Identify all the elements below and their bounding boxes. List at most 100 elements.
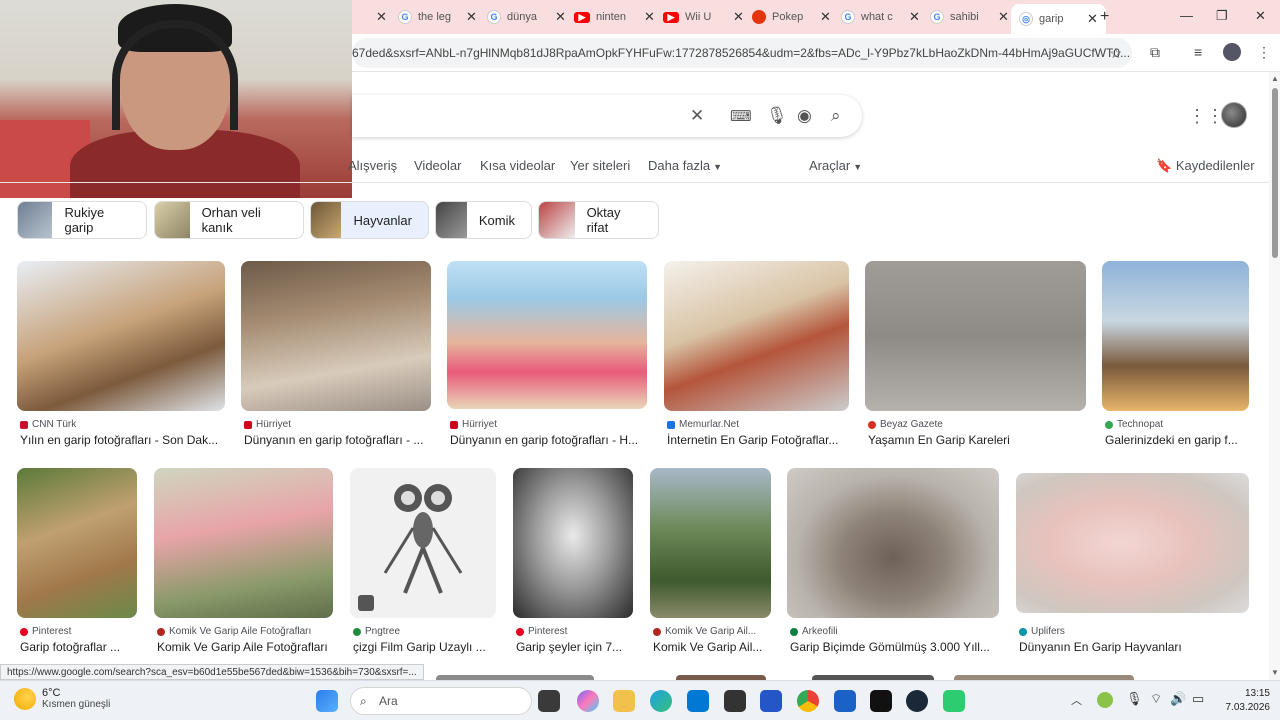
app-stripes-icon[interactable]	[760, 690, 782, 712]
tab-more[interactable]: Daha fazla ▼	[648, 158, 722, 173]
browser-tab[interactable]: Pokep ✕	[752, 4, 831, 30]
profile-avatar[interactable]	[1223, 43, 1241, 61]
keyboard-icon[interactable]: ⌨	[730, 107, 752, 125]
close-tab-icon[interactable]: ✕	[820, 9, 831, 25]
close-tab-icon[interactable]: ✕	[376, 9, 387, 25]
saved-button[interactable]: 🔖 Kaydedilenler	[1156, 158, 1255, 174]
weather-widget[interactable]: 6°C Kısmen güneşli	[14, 687, 110, 710]
chip-thumbnail	[436, 202, 467, 238]
account-avatar[interactable]	[1221, 102, 1247, 128]
result-title[interactable]: Dünyanın en garip fotoğrafları - ...	[244, 433, 432, 447]
result-title[interactable]: Dünyanın en garip fotoğrafları - H...	[450, 433, 648, 447]
browser-tab[interactable]: ✕	[362, 4, 387, 30]
result-image[interactable]	[447, 261, 647, 409]
store-icon[interactable]	[687, 690, 709, 712]
close-tab-icon[interactable]: ✕	[909, 9, 920, 25]
minimize-icon[interactable]: —	[1180, 8, 1193, 23]
extensions-icon[interactable]: ⧉	[1150, 44, 1160, 61]
result-title[interactable]: Garip şeyler için 7...	[516, 640, 634, 654]
restore-icon[interactable]: ❐	[1216, 8, 1228, 24]
result-title[interactable]: Yılın en garip fotoğrafları - Son Dak...	[20, 433, 226, 447]
tab-shopping[interactable]: Alışveriş	[348, 158, 397, 173]
browser-tab[interactable]: ▶ Wii U ✕	[663, 4, 744, 30]
result-title[interactable]: Garip Biçimde Gömülmüş 3.000 Yıll...	[790, 640, 1000, 654]
battery-icon[interactable]: ▭	[1192, 691, 1204, 707]
menu-icon[interactable]: ⋮	[1257, 44, 1271, 61]
browser-tab[interactable]: G sahibi ✕	[930, 4, 1009, 30]
bookmark-star-icon[interactable]: ☆	[1109, 38, 1122, 68]
task-view-icon[interactable]	[538, 690, 560, 712]
copilot-icon[interactable]	[577, 690, 599, 712]
result-title[interactable]: Dünyanın En Garip Hayvanları	[1019, 640, 1250, 654]
result-title[interactable]: Komik Ve Garip Ail...	[653, 640, 772, 654]
tray-app-icon[interactable]	[1097, 692, 1113, 708]
result-image[interactable]	[1102, 261, 1249, 411]
result-image[interactable]	[664, 261, 849, 411]
media-control-icon[interactable]: ≡	[1194, 44, 1202, 60]
scroll-thumb[interactable]	[1272, 88, 1278, 258]
result-image[interactable]	[17, 468, 137, 618]
search-icon[interactable]: ⌕	[831, 106, 841, 126]
tab-videos[interactable]: Videolar	[414, 158, 461, 173]
new-tab-icon[interactable]: +	[1100, 8, 1109, 26]
edge-icon[interactable]	[650, 690, 672, 712]
tools-button[interactable]: Araçlar ▼	[809, 158, 862, 173]
chip-oktay-rifat[interactable]: Oktay rifat	[538, 201, 659, 239]
microphone-icon[interactable]: 🎙	[766, 106, 788, 126]
close-tab-icon[interactable]: ✕	[644, 9, 655, 25]
taskbar-search[interactable]: ⌕ Ara	[350, 687, 532, 715]
outlook-icon[interactable]	[834, 690, 856, 712]
address-bar[interactable]: 67ded&sxsrf=ANbL-n7gHlNMqb81dJ8RpaAmOpkF…	[352, 38, 1132, 68]
result-image[interactable]	[154, 468, 333, 618]
result-title[interactable]: Komik Ve Garip Aile Fotoğrafları	[157, 640, 334, 654]
result-image[interactable]	[241, 261, 431, 411]
result-title[interactable]: İnternetin En Garip Fotoğraflar...	[667, 433, 850, 447]
result-image[interactable]	[17, 261, 225, 411]
close-tab-icon[interactable]: ✕	[998, 9, 1009, 25]
result-image[interactable]	[787, 468, 999, 618]
capcut-icon[interactable]	[870, 690, 892, 712]
scroll-down-icon[interactable]: ▼	[1271, 668, 1279, 677]
close-tab-icon[interactable]: ✕	[555, 9, 566, 25]
browser-tab[interactable]: ▶ ninten ✕	[574, 4, 655, 30]
close-tab-icon[interactable]: ✕	[1087, 11, 1098, 27]
wifi-icon[interactable]: ⌔	[1150, 691, 1162, 707]
browser-tab[interactable]: G dünya ✕	[487, 4, 566, 30]
close-tab-icon[interactable]: ✕	[733, 9, 744, 25]
steam-icon[interactable]	[906, 690, 928, 712]
system-clock[interactable]: 13:15 7.03.2026	[1214, 687, 1271, 715]
browser-tab-active[interactable]: ◎ garip ✕	[1011, 4, 1106, 34]
browser-tab[interactable]: G the leg ✕	[398, 4, 477, 30]
chip-rukiye-garip[interactable]: Rukiye garip	[17, 201, 147, 239]
volume-icon[interactable]: 🔊	[1170, 691, 1186, 707]
chip-komik[interactable]: Komik	[435, 201, 532, 239]
chip-orhan-veli-kanik[interactable]: Orhan veli kanık	[154, 201, 304, 239]
weather-text: Kısmen güneşli	[42, 699, 111, 710]
result-image[interactable]	[865, 261, 1086, 411]
tab-places[interactable]: Yer siteleri	[570, 158, 630, 173]
browser-tab[interactable]: G what c ✕	[841, 4, 920, 30]
close-window-icon[interactable]: ✕	[1255, 8, 1266, 24]
result-title[interactable]: çizgi Film Garip Uzaylı ...	[353, 640, 497, 654]
file-explorer-icon[interactable]	[613, 690, 635, 712]
app-green-icon[interactable]	[943, 690, 965, 712]
chrome-icon[interactable]	[797, 690, 819, 712]
result-image[interactable]	[650, 468, 771, 618]
scroll-up-icon[interactable]: ▲	[1271, 74, 1279, 83]
camera-search-icon[interactable]: ◉	[797, 106, 812, 126]
page-scrollbar[interactable]: ▲ ▼	[1269, 72, 1280, 680]
close-tab-icon[interactable]: ✕	[466, 9, 477, 25]
result-title[interactable]: Yaşamın En Garip Kareleri	[868, 433, 1087, 447]
result-image[interactable]	[1016, 473, 1249, 613]
tab-short-videos[interactable]: Kısa videolar	[480, 158, 555, 173]
app-hexagon-icon[interactable]	[724, 690, 746, 712]
chip-hayvanlar[interactable]: Hayvanlar	[310, 201, 429, 239]
microphone-icon[interactable]: 🎙	[1126, 691, 1143, 707]
clear-icon[interactable]: ✕	[690, 106, 704, 126]
result-image[interactable]	[513, 468, 633, 618]
search-input[interactable]: ✕ ⌨ 🎙 ◉ ⌕	[352, 95, 862, 137]
result-title[interactable]: Garip fotoğraflar ...	[20, 640, 138, 654]
tray-chevron-icon[interactable]: ︿	[1071, 692, 1082, 708]
result-title[interactable]: Galerinizdeki en garip f...	[1105, 433, 1250, 447]
windows-start-icon[interactable]	[316, 690, 338, 712]
